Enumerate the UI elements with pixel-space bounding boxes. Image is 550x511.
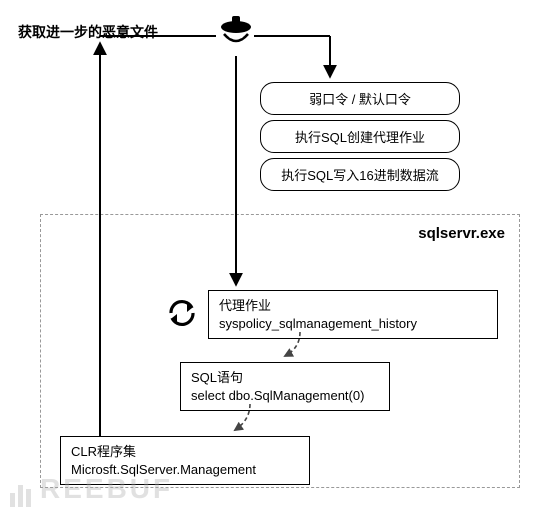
box-agent-job-name: syspolicy_sqlmanagement_history [219,315,487,333]
box-sql-title: SQL语句 [191,369,379,387]
step-write-hex-stream: 执行SQL写入16进制数据流 [260,158,460,191]
box-clr-name: Microsft.SqlServer.Management [71,461,299,479]
label-fetch-malicious: 获取进一步的恶意文件 [18,22,158,42]
box-agent-job-title: 代理作业 [219,297,487,315]
step-weak-password: 弱口令 / 默认口令 [260,82,460,115]
box-sql-stmt: select dbo.SqlManagement(0) [191,387,379,405]
box-clr-title: CLR程序集 [71,443,299,461]
attacker-icon [214,14,258,63]
box-sql-statement: SQL语句 select dbo.SqlManagement(0) [180,362,390,411]
watermark-bars-icon [10,475,34,507]
cycle-icon [165,296,199,335]
process-title: sqlservr.exe [418,225,505,242]
box-agent-job: 代理作业 syspolicy_sqlmanagement_history [208,290,498,339]
step-create-agent-job: 执行SQL创建代理作业 [260,120,460,153]
box-clr-assembly: CLR程序集 Microsft.SqlServer.Management [60,436,310,485]
